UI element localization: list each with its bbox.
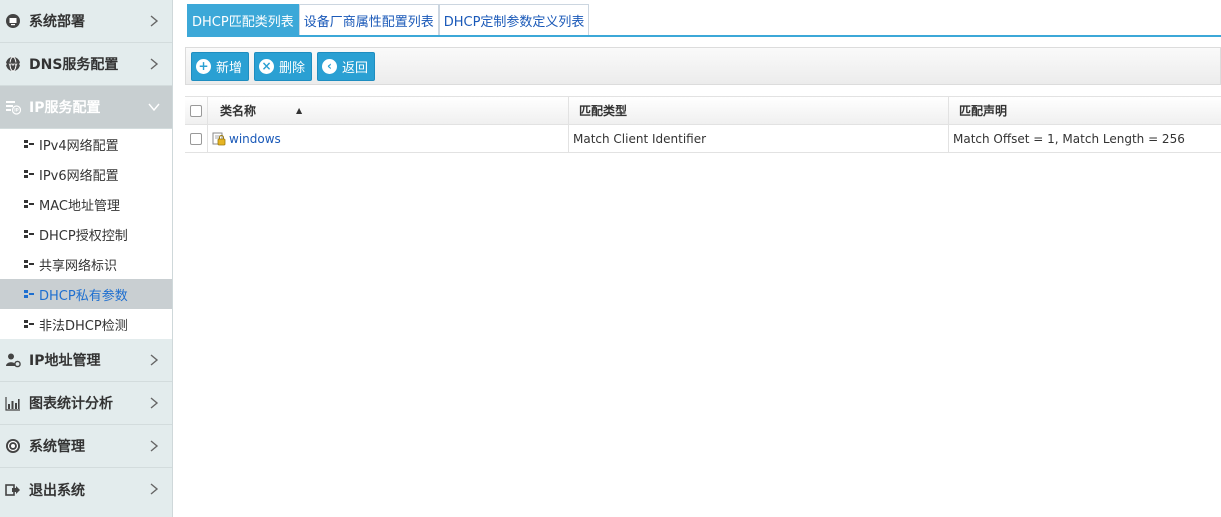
nav-section-charts[interactable]: 图表统计分析 bbox=[0, 382, 172, 425]
sidebar-item-label: IPv6网络配置 bbox=[39, 168, 119, 184]
nav-section-label: 退出系统 bbox=[29, 482, 85, 499]
nav-section-dns[interactable]: www DNS服务配置 bbox=[0, 43, 172, 86]
header-type-label: 匹配类型 bbox=[579, 104, 628, 118]
header-type-cell[interactable]: 匹配类型 bbox=[569, 97, 949, 124]
bullet-icon bbox=[24, 170, 34, 178]
row-checkbox-cell bbox=[185, 125, 208, 152]
sidebar-item-label: DHCP私有参数 bbox=[39, 288, 128, 304]
ip-service-submenu: IPv4网络配置 IPv6网络配置 MAC地址管理 DHCP授权控制 共享网络标… bbox=[0, 129, 172, 339]
sort-asc-icon: ▲ bbox=[296, 106, 303, 115]
svg-text:IP: IP bbox=[14, 108, 18, 113]
sidebar-item-label: 非法DHCP检测 bbox=[39, 318, 128, 334]
tab-vendor-attribute-config-list[interactable]: 设备厂商属性配置列表 bbox=[298, 4, 439, 35]
nav-section-logout[interactable]: 退出系统 bbox=[0, 468, 172, 511]
bullet-icon bbox=[24, 200, 34, 208]
globe-icon: www bbox=[5, 56, 21, 72]
header-name-cell[interactable]: 类名称 ▲ bbox=[208, 97, 569, 124]
sidebar-item-ipv6-network[interactable]: IPv6网络配置 bbox=[0, 159, 172, 189]
tab-dhcp-match-class-list[interactable]: DHCP匹配类列表 bbox=[187, 4, 299, 35]
svg-text:www: www bbox=[9, 62, 18, 66]
tab-dhcp-custom-param-list[interactable]: DHCP定制参数定义列表 bbox=[438, 4, 590, 35]
header-checkbox-cell bbox=[185, 97, 208, 124]
document-lock-icon bbox=[212, 132, 226, 146]
chevron-left-icon: ‹ bbox=[322, 58, 338, 74]
sidebar-item-mac-address[interactable]: MAC地址管理 bbox=[0, 189, 172, 219]
sidebar-item-shared-network[interactable]: 共享网络标识 bbox=[0, 249, 172, 279]
nav-section-label: 图表统计分析 bbox=[29, 396, 113, 412]
sidebar: 系统部署 www DNS服务配置 IP IP服务配置 IPv4网络配置 IPv6… bbox=[0, 0, 173, 517]
row-checkbox[interactable] bbox=[190, 132, 202, 145]
sidebar-item-illegal-dhcp[interactable]: 非法DHCP检测 bbox=[0, 309, 172, 339]
sidebar-item-dhcp-private-params[interactable]: DHCP私有参数 bbox=[0, 279, 172, 309]
row-name-cell: windows bbox=[208, 125, 569, 152]
chevron-down-icon bbox=[146, 99, 162, 115]
delete-button[interactable]: × 删除 bbox=[254, 51, 313, 81]
header-name-label: 类名称 bbox=[220, 104, 257, 118]
chevron-right-icon bbox=[146, 56, 162, 72]
delete-button-label: 删除 bbox=[279, 60, 306, 76]
chevron-right-icon bbox=[146, 395, 162, 411]
bullet-icon bbox=[24, 290, 34, 298]
sidebar-item-label: DHCP授权控制 bbox=[39, 228, 128, 244]
add-button-label: 新增 bbox=[216, 60, 243, 76]
user-gear-icon bbox=[5, 352, 21, 368]
row-name-link[interactable]: windows bbox=[229, 132, 281, 146]
back-button-label: 返回 bbox=[342, 60, 369, 76]
nav-section-label: IP地址管理 bbox=[29, 353, 101, 369]
bullet-icon bbox=[24, 230, 34, 238]
sidebar-item-dhcp-auth[interactable]: DHCP授权控制 bbox=[0, 219, 172, 249]
chevron-right-icon bbox=[146, 438, 162, 454]
bullet-icon bbox=[24, 140, 34, 148]
close-icon: × bbox=[259, 58, 275, 74]
nav-section-system-deploy[interactable]: 系统部署 bbox=[0, 0, 172, 43]
row-declaration-cell: Match Offset = 1, Match Length = 256 bbox=[953, 131, 1185, 146]
add-button[interactable]: + 新增 bbox=[191, 51, 250, 81]
monitor-icon bbox=[5, 13, 21, 29]
chevron-right-icon bbox=[146, 352, 162, 368]
nav-section-ip-address[interactable]: IP地址管理 bbox=[0, 339, 172, 382]
bullet-icon bbox=[24, 320, 34, 328]
chevron-right-icon bbox=[146, 13, 162, 29]
nav-section-label: DNS服务配置 bbox=[29, 57, 119, 73]
header-declaration-cell[interactable]: 匹配声明 bbox=[949, 97, 1221, 124]
table-row[interactable]: windows Match Client Identifier Match Of… bbox=[185, 125, 1221, 153]
tab-bar: DHCP匹配类列表 设备厂商属性配置列表 DHCP定制参数定义列表 bbox=[187, 4, 590, 36]
sidebar-item-ipv4-network[interactable]: IPv4网络配置 bbox=[0, 129, 172, 159]
sidebar-item-label: MAC地址管理 bbox=[39, 198, 120, 214]
toolbar: + 新增 × 删除 ‹ 返回 bbox=[185, 47, 1221, 85]
select-all-checkbox[interactable] bbox=[190, 104, 202, 117]
bullet-icon bbox=[24, 260, 34, 268]
row-type-cell: Match Client Identifier bbox=[569, 125, 949, 152]
nav-section-label: 系统管理 bbox=[29, 439, 85, 455]
plus-icon: + bbox=[196, 58, 211, 74]
nav-section-ip-service[interactable]: IP IP服务配置 bbox=[0, 86, 172, 129]
chevron-right-icon bbox=[146, 481, 162, 497]
ip-config-icon: IP bbox=[5, 99, 21, 115]
sidebar-item-label: 共享网络标识 bbox=[39, 258, 118, 274]
tab-underline bbox=[187, 35, 1221, 37]
nav-section-label: IP服务配置 bbox=[29, 100, 101, 116]
header-declaration-label: 匹配声明 bbox=[959, 104, 1008, 118]
back-button[interactable]: ‹ 返回 bbox=[317, 51, 376, 81]
nav-section-label: 系统部署 bbox=[29, 14, 85, 30]
bar-chart-icon bbox=[5, 395, 21, 411]
table-header-row: 类名称 ▲ 匹配类型 匹配声明 bbox=[185, 97, 1221, 125]
logout-icon bbox=[5, 482, 21, 498]
settings-icon bbox=[5, 438, 21, 454]
data-table: 类名称 ▲ 匹配类型 匹配声明 windows Match Client Ide… bbox=[185, 96, 1221, 153]
nav-section-system-management[interactable]: 系统管理 bbox=[0, 425, 172, 468]
sidebar-item-label: IPv4网络配置 bbox=[39, 138, 119, 154]
main-content: DHCP匹配类列表 设备厂商属性配置列表 DHCP定制参数定义列表 + 新增 ×… bbox=[173, 0, 1221, 517]
